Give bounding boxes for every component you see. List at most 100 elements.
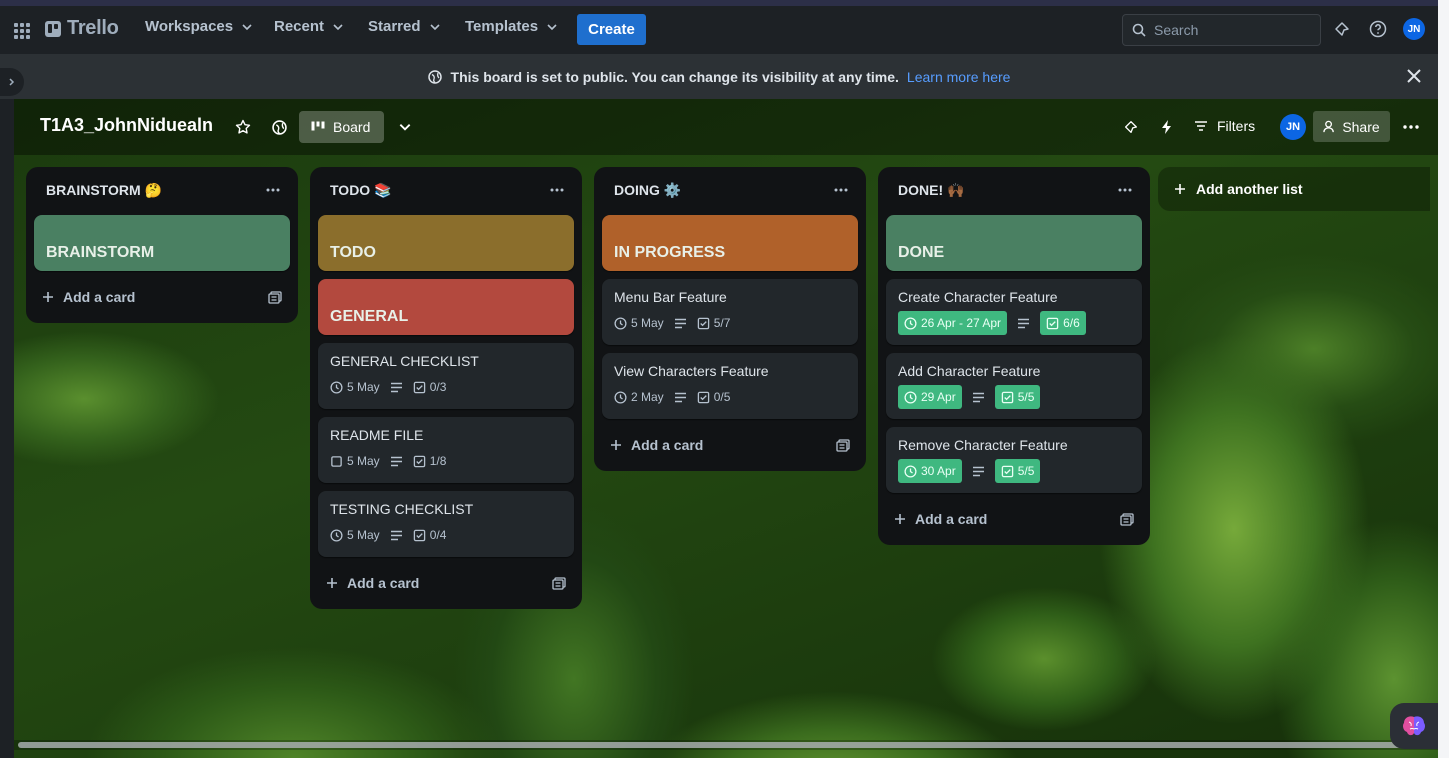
list-menu-icon[interactable] (546, 179, 568, 201)
cover-card[interactable]: DONE (886, 215, 1142, 271)
checklist-icon (697, 391, 709, 403)
clock-icon (330, 380, 343, 394)
list-menu-icon[interactable] (830, 179, 852, 201)
power-ups-icon[interactable] (1122, 118, 1140, 136)
due-date: 30 Apr (921, 464, 956, 478)
list-header[interactable]: DONE! 🙌🏾 (878, 167, 1150, 213)
more-icon[interactable] (1402, 118, 1420, 136)
due-date: 26 Apr - 27 Apr (921, 316, 1002, 330)
due-date-badge: 5 May (614, 316, 664, 330)
workspaces-label: Workspaces (145, 18, 234, 35)
visibility-globe-icon[interactable] (270, 118, 288, 136)
trello-logo-icon (45, 20, 61, 37)
star-icon[interactable] (234, 118, 252, 136)
card-title: README FILE (330, 427, 424, 443)
checklist-count: 5/5 (1017, 390, 1035, 404)
description-icon (674, 392, 686, 402)
cover-card[interactable]: IN PROGRESS (602, 215, 858, 271)
template-icon[interactable] (1120, 512, 1134, 526)
member-avatar[interactable]: JN (1280, 114, 1306, 140)
scrollbar-thumb[interactable] (18, 742, 1414, 748)
add-list-button[interactable]: Add another list (1158, 167, 1430, 211)
horizontal-scrollbar[interactable] (14, 740, 1438, 750)
card-title: View Characters Feature (614, 363, 769, 379)
account-avatar[interactable]: JN (1403, 18, 1425, 40)
list-brainstorm: BRAINSTORM 🤔 BRAINSTORM Add a card (26, 167, 298, 323)
due-date-complete-badge[interactable]: 30 Apr (898, 459, 962, 483)
description-icon (1018, 318, 1030, 328)
recent-menu[interactable]: Recent (274, 18, 344, 35)
share-button[interactable]: Share (1313, 111, 1390, 142)
due-date-complete-badge[interactable]: 29 Apr (898, 385, 962, 409)
list-header[interactable]: TODO 📚 (310, 167, 582, 213)
globe-icon (427, 69, 442, 84)
close-icon[interactable] (1406, 68, 1422, 84)
checklist-icon (413, 455, 425, 467)
create-button[interactable]: Create (577, 14, 646, 45)
card[interactable]: TESTING CHECKLIST 5 May 0/4 (318, 491, 574, 557)
checklist-complete-badge: 5/5 (994, 385, 1041, 409)
list-menu-icon[interactable] (262, 179, 284, 201)
template-icon[interactable] (836, 438, 850, 452)
add-card-button[interactable]: Add a card (310, 565, 582, 601)
add-card-button[interactable]: Add a card (594, 427, 866, 463)
add-card-label: Add a card (63, 289, 136, 305)
starred-label: Starred (368, 18, 421, 35)
due-date-badge: 5 May (330, 454, 380, 468)
starred-menu[interactable]: Starred (368, 18, 441, 35)
add-card-label: Add a card (631, 437, 704, 453)
card[interactable]: Create Character Feature 26 Apr - 27 Apr… (886, 279, 1142, 345)
board-title[interactable]: T1A3_JohnNiduealn (40, 115, 213, 136)
due-date: 2 May (631, 390, 664, 404)
search-input[interactable] (1154, 22, 1304, 38)
card-title: Create Character Feature (898, 289, 1058, 305)
card[interactable]: README FILE 5 May 1/8 (318, 417, 574, 483)
list-header[interactable]: BRAINSTORM 🤔 (26, 167, 298, 213)
template-icon[interactable] (552, 576, 566, 590)
filter-icon (1195, 121, 1207, 131)
cover-card[interactable]: TODO (318, 215, 574, 271)
checklist-count: 0/4 (429, 528, 447, 542)
logo-text: Trello (67, 17, 119, 39)
automation-icon[interactable] (1158, 118, 1176, 136)
due-date-complete-badge[interactable]: 26 Apr - 27 Apr (898, 311, 1008, 335)
checklist-count: 6/6 (1063, 316, 1080, 330)
chevron-down-icon[interactable] (396, 118, 414, 136)
clock-icon (904, 316, 917, 330)
due-date: 29 Apr (921, 390, 956, 404)
search-box[interactable] (1122, 14, 1321, 46)
plus-icon (1175, 184, 1185, 194)
assistant-button[interactable] (1390, 703, 1438, 749)
visibility-banner: This board is set to public. You can cha… (0, 54, 1438, 99)
due-date: 5 May (347, 454, 380, 468)
board-view-button[interactable]: Board (299, 111, 384, 143)
description-icon (390, 382, 402, 392)
add-card-button[interactable]: Add a card (878, 501, 1150, 537)
list-title: DOING ⚙️ (614, 181, 682, 198)
learn-more-link[interactable]: Learn more here (907, 69, 1011, 85)
list-header[interactable]: DOING ⚙️ (594, 167, 866, 213)
card[interactable]: GENERAL CHECKLIST 5 May 0/3 (318, 343, 574, 409)
cover-card[interactable]: BRAINSTORM (34, 215, 290, 271)
workspaces-menu[interactable]: Workspaces (145, 18, 253, 35)
card[interactable]: Add Character Feature 29 Apr 5/5 (886, 353, 1142, 419)
trello-logo[interactable]: Trello (45, 17, 119, 40)
list-done: DONE! 🙌🏾 DONE Create Character Feature 2… (878, 167, 1150, 545)
checklist-count: 1/8 (429, 454, 447, 468)
notifications-icon[interactable] (1331, 18, 1353, 40)
help-icon[interactable] (1367, 18, 1389, 40)
filters-button[interactable]: Filters (1194, 118, 1255, 134)
template-icon[interactable] (268, 290, 282, 304)
cover-card[interactable]: GENERAL (318, 279, 574, 335)
card[interactable]: Menu Bar Feature 5 May 5/7 (602, 279, 858, 345)
app-switcher-icon[interactable] (12, 21, 32, 41)
list-menu-icon[interactable] (1114, 179, 1136, 201)
templates-label: Templates (465, 18, 539, 35)
card[interactable]: Remove Character Feature 30 Apr 5/5 (886, 427, 1142, 493)
add-card-button[interactable]: Add a card (26, 279, 298, 315)
checklist-icon (1001, 391, 1013, 403)
checklist-count: 5/5 (1017, 464, 1035, 478)
templates-menu[interactable]: Templates (465, 18, 558, 35)
card[interactable]: View Characters Feature 2 May 0/5 (602, 353, 858, 419)
checklist-icon (1046, 317, 1059, 329)
